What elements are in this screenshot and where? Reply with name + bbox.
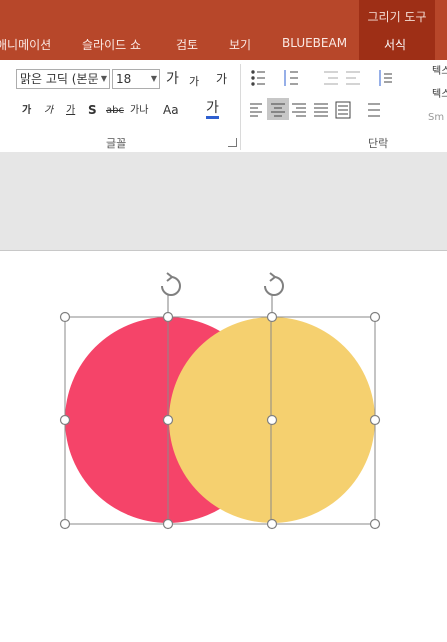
resize-handle[interactable]	[59, 414, 71, 426]
change-case-button[interactable]: Aa	[163, 102, 179, 118]
align-center-icon[interactable]	[271, 103, 285, 117]
distributed-icon[interactable]	[368, 103, 380, 117]
resize-handle[interactable]	[369, 414, 381, 426]
shrink-font-button[interactable]: 가	[189, 74, 199, 90]
resize-handle[interactable]	[59, 518, 71, 530]
smartart-button[interactable]: Sm	[428, 110, 444, 126]
text-direction-button[interactable]: 텍스	[432, 64, 447, 80]
font-color-button[interactable]: 가	[206, 100, 219, 119]
rotate-handle-icon[interactable]	[161, 272, 181, 296]
workspace-background	[0, 152, 447, 251]
resize-handle[interactable]	[369, 311, 381, 323]
decrease-indent-icon[interactable]	[324, 71, 338, 85]
chevron-down-icon[interactable]: ▼	[151, 70, 157, 88]
align-right-icon[interactable]	[292, 103, 306, 117]
font-name-box[interactable]: 맑은 고딕 (본문 ▼	[16, 69, 110, 89]
chevron-down-icon[interactable]: ▼	[101, 70, 107, 88]
resize-handle[interactable]	[162, 311, 174, 323]
numbering-icon[interactable]	[284, 70, 298, 86]
align-left-icon[interactable]	[250, 103, 262, 117]
bullets-icon[interactable]	[251, 70, 265, 86]
resize-handle[interactable]	[369, 518, 381, 530]
resize-handle[interactable]	[266, 518, 278, 530]
italic-button[interactable]: 가	[44, 103, 53, 119]
font-name-value: 맑은 고딕 (본문	[20, 72, 99, 86]
font-group-label: 글꼴	[106, 137, 127, 150]
char-spacing-button[interactable]: 가나	[130, 103, 148, 119]
group-separator	[240, 64, 241, 150]
justify-icon[interactable]	[314, 103, 328, 117]
font-size-box[interactable]: 18 ▼	[112, 69, 160, 89]
resize-handle[interactable]	[59, 311, 71, 323]
tab-slideshow[interactable]: 슬라이드 쇼	[82, 36, 141, 53]
resize-handle[interactable]	[162, 518, 174, 530]
resize-handle[interactable]	[162, 414, 174, 426]
resize-handle[interactable]	[266, 311, 278, 323]
tab-format[interactable]: 서식	[384, 36, 406, 53]
rotate-handle-icon[interactable]	[264, 272, 284, 296]
font-size-value: 18	[116, 72, 132, 86]
paragraph-tools	[250, 70, 392, 119]
tab-view[interactable]: 보기	[229, 36, 251, 53]
font-dialog-launcher-icon[interactable]	[228, 138, 237, 147]
align-text-button[interactable]: 텍스	[432, 87, 447, 103]
tab-bluebeam[interactable]: BLUEBEAM	[282, 36, 347, 50]
paragraph-group-label: 단락	[368, 137, 389, 150]
context-group-title: 그리기 도구	[367, 10, 427, 24]
columns-icon[interactable]	[335, 101, 351, 119]
shapes-layer	[59, 272, 381, 530]
tab-review[interactable]: 검토	[176, 36, 198, 53]
line-spacing-icon[interactable]	[379, 70, 392, 86]
clear-format-button[interactable]: 가	[216, 71, 227, 87]
grow-font-button[interactable]: 가	[166, 71, 179, 87]
increase-indent-icon[interactable]	[346, 71, 360, 85]
strikethrough-button[interactable]: abc	[106, 103, 124, 119]
tab-animations[interactable]: 애니메이션	[0, 36, 51, 53]
resize-handle[interactable]	[266, 414, 278, 426]
bold-button[interactable]: 가	[22, 103, 31, 119]
text-shadow-button[interactable]: S	[88, 102, 97, 118]
underline-button[interactable]: 가	[66, 103, 75, 119]
